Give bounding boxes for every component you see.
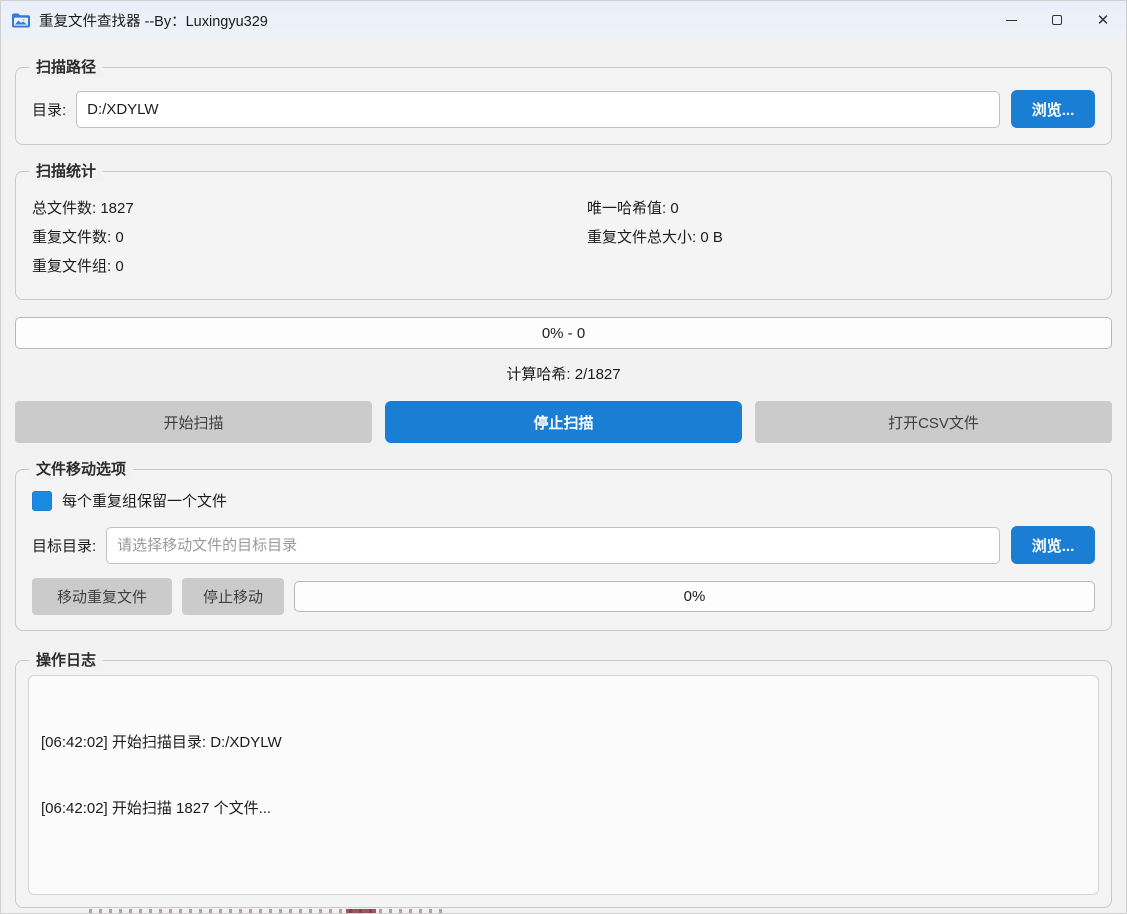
action-button-row: 开始扫描 停止扫描 打开CSV文件	[15, 401, 1112, 443]
browse-dir-button[interactable]: 浏览...	[1011, 90, 1095, 128]
stat-total-files: 总文件数: 1827	[32, 194, 587, 223]
hash-status-label: 计算哈希: 2/1827	[1, 363, 1126, 384]
maximize-button[interactable]	[1034, 1, 1080, 39]
keep-one-checkbox[interactable]	[32, 491, 52, 511]
move-progress-text: 0%	[684, 588, 706, 605]
window-controls: ✕	[988, 1, 1126, 39]
log-group: 操作日志 [06:42:02] 开始扫描目录: D:/XDYLW [06:42:…	[15, 660, 1112, 908]
move-progress-bar: 0%	[294, 581, 1095, 612]
scan-path-legend: 扫描路径	[29, 57, 103, 78]
app-window: { "window": { "title": "重复文件查找器 --By：Lux…	[0, 0, 1127, 914]
background-window-artifact	[346, 909, 376, 913]
background-window-artifact	[89, 909, 449, 913]
keep-one-label: 每个重复组保留一个文件	[62, 490, 227, 511]
scan-progress-text: 0% - 0	[542, 325, 585, 342]
stat-duplicate-files: 重复文件数: 0	[32, 223, 587, 252]
scan-stats-legend: 扫描统计	[29, 161, 103, 182]
stat-duplicate-groups: 重复文件组: 0	[32, 252, 587, 281]
scan-path-group: 扫描路径 目录: 浏览...	[15, 67, 1112, 145]
stat-unique-hashes: 唯一哈希值: 0	[587, 194, 1095, 223]
log-output[interactable]: [06:42:02] 开始扫描目录: D:/XDYLW [06:42:02] 开…	[28, 675, 1099, 895]
start-scan-button[interactable]: 开始扫描	[15, 401, 372, 443]
app-folder-icon	[11, 12, 31, 29]
stat-duplicate-size: 重复文件总大小: 0 B	[587, 223, 1095, 252]
close-button[interactable]: ✕	[1080, 1, 1126, 39]
open-csv-button[interactable]: 打开CSV文件	[755, 401, 1112, 443]
dir-input[interactable]	[76, 91, 1000, 128]
scan-progress-bar: 0% - 0	[15, 317, 1112, 349]
stop-move-button[interactable]: 停止移动	[182, 578, 284, 615]
dir-label: 目录:	[32, 99, 66, 120]
target-dir-input[interactable]	[106, 527, 1000, 564]
target-dir-label: 目标目录:	[32, 535, 96, 556]
log-legend: 操作日志	[29, 650, 103, 671]
stats-left-column: 总文件数: 1827 重复文件数: 0 重复文件组: 0	[32, 194, 587, 281]
move-options-group: 文件移动选项 每个重复组保留一个文件 目标目录: 浏览... 移动重复文件 停止…	[15, 469, 1112, 631]
stats-right-column: 唯一哈希值: 0 重复文件总大小: 0 B	[587, 194, 1095, 281]
log-line: [06:42:02] 开始扫描目录: D:/XDYLW	[41, 732, 1086, 754]
move-duplicates-button[interactable]: 移动重复文件	[32, 578, 172, 615]
log-line: [06:42:02] 开始扫描 1827 个文件...	[41, 798, 1086, 820]
stop-scan-button[interactable]: 停止扫描	[385, 401, 742, 443]
close-icon: ✕	[1097, 13, 1110, 28]
window-title: 重复文件查找器 --By：Luxingyu329	[39, 10, 268, 31]
maximize-icon	[1052, 15, 1062, 25]
minimize-icon	[1006, 20, 1017, 21]
move-options-legend: 文件移动选项	[29, 459, 133, 480]
minimize-button[interactable]	[988, 1, 1034, 39]
scan-stats-group: 扫描统计 总文件数: 1827 重复文件数: 0 重复文件组: 0 唯一哈希值:…	[15, 171, 1112, 300]
titlebar[interactable]: 重复文件查找器 --By：Luxingyu329 ✕	[1, 1, 1126, 39]
browse-target-button[interactable]: 浏览...	[1011, 526, 1095, 564]
